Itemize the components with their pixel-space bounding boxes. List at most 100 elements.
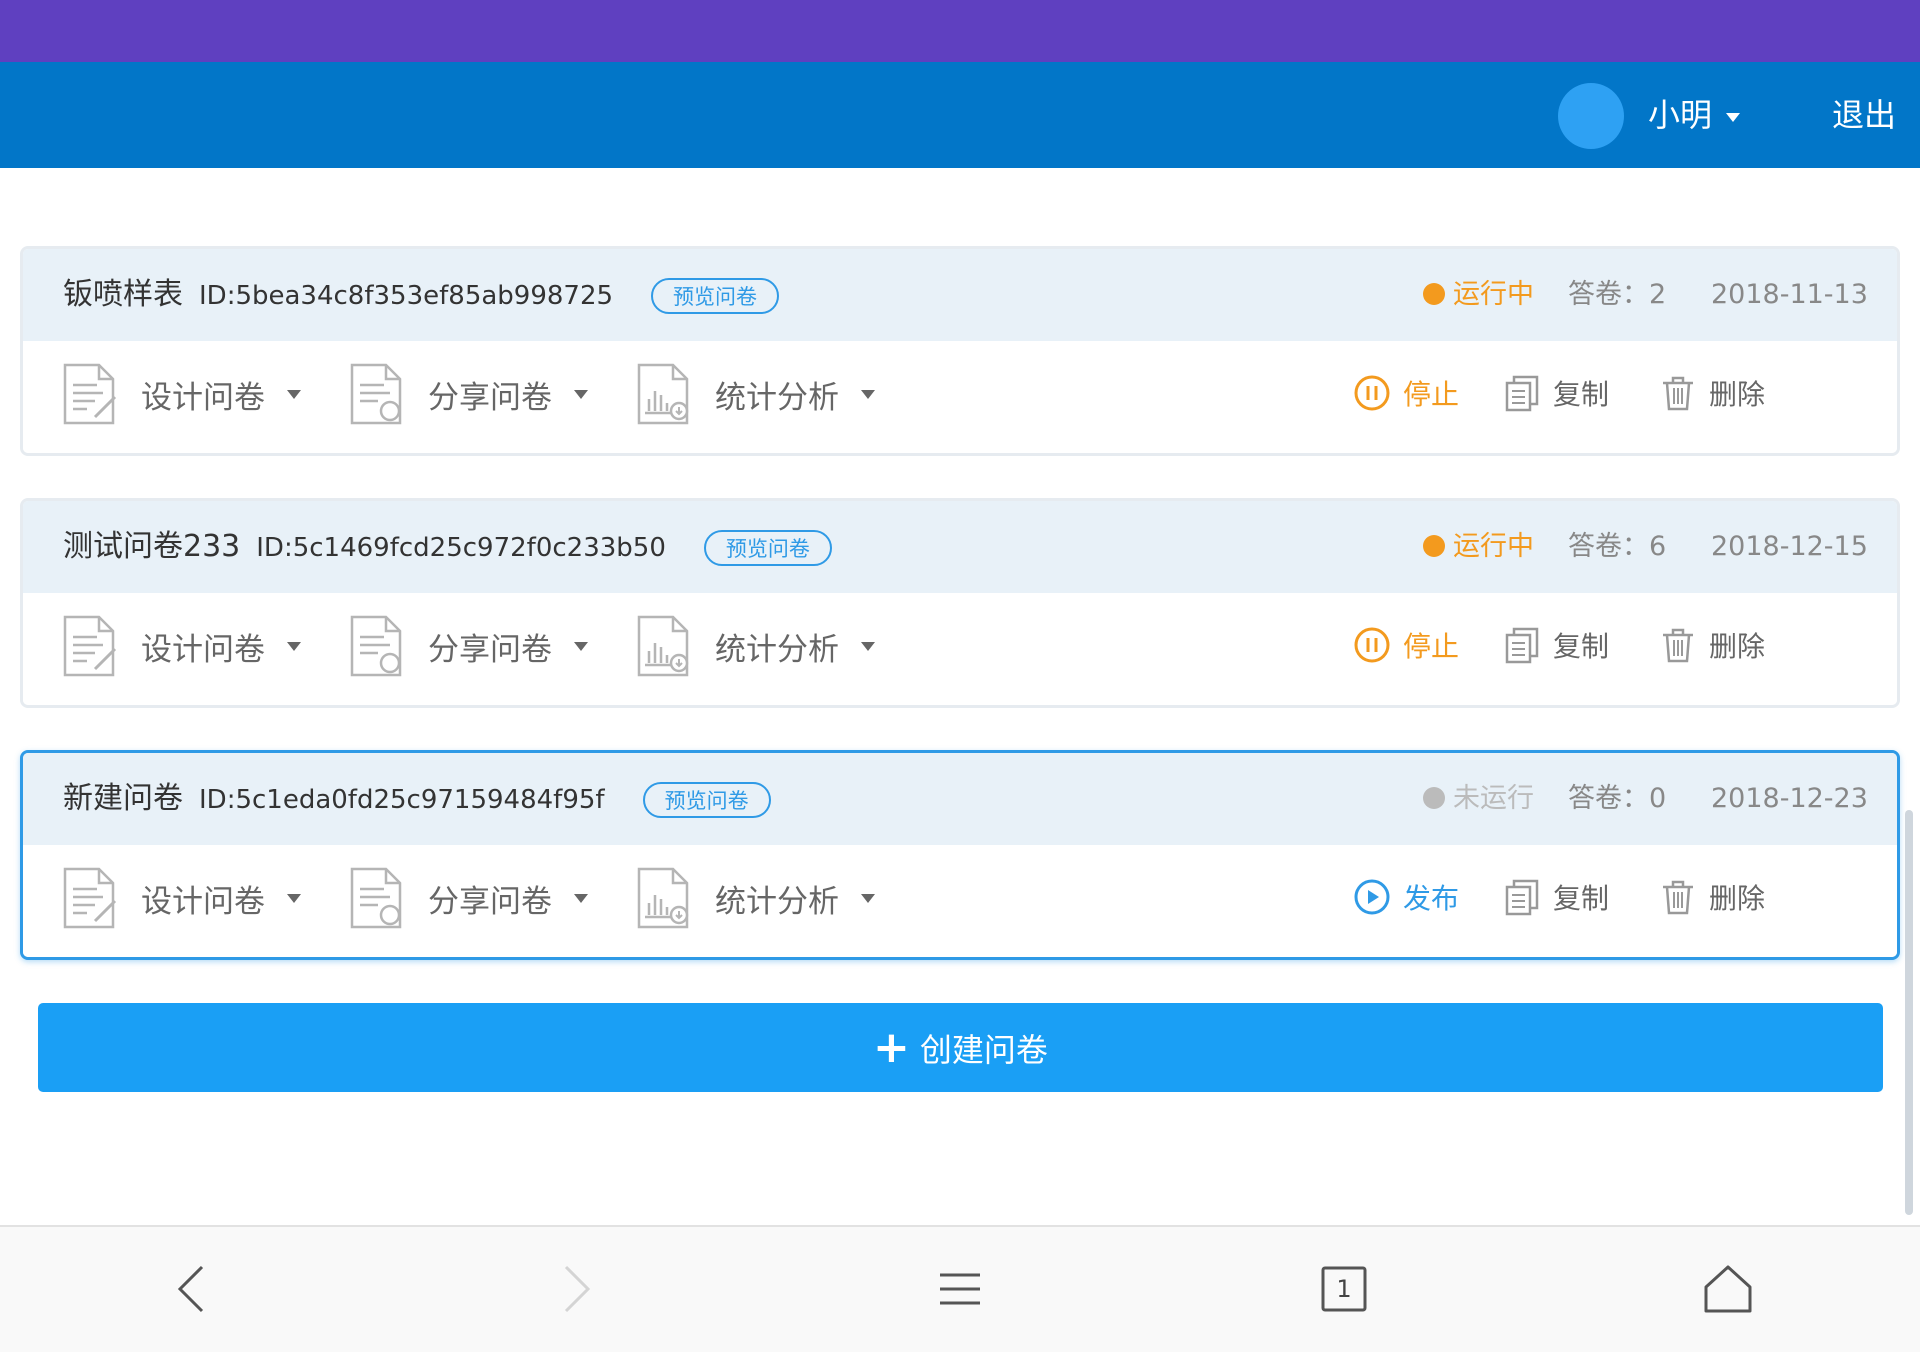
caret-down-icon (287, 893, 301, 903)
stop-button[interactable]: 停止 (1353, 365, 1459, 421)
copy-button[interactable]: 复制 (1503, 617, 1609, 673)
share-survey-dropdown[interactable]: 分享问卷 (348, 361, 588, 427)
survey-card-header: 钣喷样表 ID:5bea34c8f353ef85ab998725 预览问卷 运行中 … (23, 249, 1897, 341)
logout-link[interactable]: 退出 (1832, 90, 1896, 140)
survey-id: ID:5bea34c8f353ef85ab998725 (199, 281, 614, 311)
scrollbar[interactable] (1905, 810, 1913, 1215)
avatar[interactable] (1558, 83, 1624, 149)
delete-label: 删除 (1709, 882, 1766, 915)
delete-button[interactable]: 删除 (1659, 869, 1765, 925)
chart-document-icon (637, 867, 689, 929)
survey-title: 钣喷样表 ID:5bea34c8f353ef85ab998725 预览问卷 (63, 273, 780, 317)
copy-button[interactable]: 复制 (1503, 869, 1609, 925)
caret-down-icon (287, 641, 301, 651)
preview-survey-button[interactable]: 预览问卷 (651, 277, 780, 314)
statistics-dropdown[interactable]: 统计分析 (635, 613, 875, 679)
survey-name: 钣喷样表 (63, 277, 183, 312)
play-icon (1354, 879, 1390, 915)
copy-label: 复制 (1553, 378, 1610, 411)
share-survey-label: 分享问卷 (428, 631, 552, 668)
caret-down-icon (861, 641, 875, 651)
answer-count: 答卷：0 (1568, 783, 1667, 814)
survey-id: ID:5c1469fcd25c972f0c233b50 (256, 533, 666, 563)
chevron-right-icon (564, 1265, 591, 1313)
share-document-icon (350, 363, 402, 425)
caret-down-icon (574, 893, 588, 903)
pause-icon (1354, 627, 1390, 663)
trash-icon (1663, 376, 1693, 411)
survey-card: 钣喷样表 ID:5bea34c8f353ef85ab998725 预览问卷 运行中 … (20, 246, 1900, 456)
pause-icon (1354, 375, 1390, 411)
statistics-label: 统计分析 (715, 883, 839, 920)
publish-button[interactable]: 发布 (1353, 869, 1459, 925)
app-header: 小明 退出 (0, 62, 1920, 168)
delete-button[interactable]: 删除 (1659, 365, 1765, 421)
stop-button[interactable]: 停止 (1353, 617, 1459, 673)
tabs-button[interactable]: 1 (1304, 1249, 1384, 1329)
plus-icon: + (873, 1021, 910, 1073)
share-document-icon (350, 615, 402, 677)
survey-card: 新建问卷 ID:5c1eda0fd25c97159484f95f 预览问卷 未运行 … (20, 750, 1900, 960)
survey-title: 新建问卷 ID:5c1eda0fd25c97159484f95f 预览问卷 (63, 777, 771, 821)
share-survey-label: 分享问卷 (428, 883, 552, 920)
design-survey-label: 设计问卷 (141, 631, 265, 668)
home-button[interactable] (1688, 1249, 1768, 1329)
survey-date: 2018-12-23 (1711, 783, 1868, 814)
status-label: 运行中 (1453, 531, 1534, 562)
copy-label: 复制 (1553, 630, 1610, 663)
survey-date: 2018-11-13 (1711, 279, 1868, 310)
user-name: 小明 (1648, 96, 1713, 134)
statistics-dropdown[interactable]: 统计分析 (635, 361, 875, 427)
design-survey-dropdown[interactable]: 设计问卷 (61, 361, 301, 427)
survey-name: 测试问卷233 (63, 529, 241, 564)
preview-survey-button[interactable]: 预览问卷 (703, 529, 832, 566)
caret-down-icon (574, 389, 588, 399)
share-survey-dropdown[interactable]: 分享问卷 (348, 865, 588, 931)
back-button[interactable] (152, 1249, 232, 1329)
chevron-left-icon (177, 1265, 204, 1313)
delete-label: 删除 (1709, 630, 1766, 663)
stop-label: 停止 (1403, 630, 1460, 663)
share-survey-dropdown[interactable]: 分享问卷 (348, 613, 588, 679)
design-survey-label: 设计问卷 (141, 883, 265, 920)
statistics-dropdown[interactable]: 统计分析 (635, 865, 875, 931)
design-survey-label: 设计问卷 (141, 379, 265, 416)
status-dot (1423, 787, 1445, 809)
share-survey-label: 分享问卷 (428, 379, 552, 416)
design-document-icon (63, 615, 117, 677)
status-label: 运行中 (1453, 279, 1534, 310)
design-survey-dropdown[interactable]: 设计问卷 (61, 865, 301, 931)
survey-name: 新建问卷 (63, 781, 183, 816)
answer-count: 答卷：2 (1568, 279, 1667, 310)
copy-button[interactable]: 复制 (1503, 365, 1609, 421)
user-menu[interactable]: 小明 (1648, 90, 1741, 140)
menu-button[interactable] (920, 1249, 1000, 1329)
home-icon (1704, 1265, 1752, 1313)
design-document-icon (63, 363, 117, 425)
create-survey-button[interactable]: + 创建问卷 (38, 1003, 1883, 1092)
design-survey-dropdown[interactable]: 设计问卷 (61, 613, 301, 679)
preview-survey-button[interactable]: 预览问卷 (642, 781, 771, 818)
share-document-icon (350, 867, 402, 929)
copy-icon (1505, 879, 1539, 916)
survey-card-actions: 设计问卷 分享问卷 统计分析 停止 复制 删除 (23, 593, 1897, 705)
survey-status: 运行中 (1423, 273, 1534, 317)
survey-card-actions: 设计问卷 分享问卷 统计分析 发布 复制 删除 (23, 845, 1897, 957)
answer-count: 答卷：6 (1568, 531, 1667, 562)
browser-nav-bar: 1 (0, 1225, 1920, 1352)
trash-icon (1663, 880, 1693, 915)
publish-label: 发布 (1403, 882, 1460, 915)
status-dot (1423, 535, 1445, 557)
chart-document-icon (637, 615, 689, 677)
forward-button[interactable] (536, 1249, 616, 1329)
copy-icon (1505, 375, 1539, 412)
delete-label: 删除 (1709, 378, 1766, 411)
hamburger-menu-icon (940, 1273, 980, 1305)
tab-count: 1 (1336, 1275, 1352, 1303)
status-label: 未运行 (1453, 783, 1534, 814)
design-document-icon (63, 867, 117, 929)
survey-status: 运行中 (1423, 525, 1534, 569)
caret-down-icon (861, 389, 875, 399)
delete-button[interactable]: 删除 (1659, 617, 1765, 673)
survey-card-header: 新建问卷 ID:5c1eda0fd25c97159484f95f 预览问卷 未运行 … (23, 753, 1897, 845)
